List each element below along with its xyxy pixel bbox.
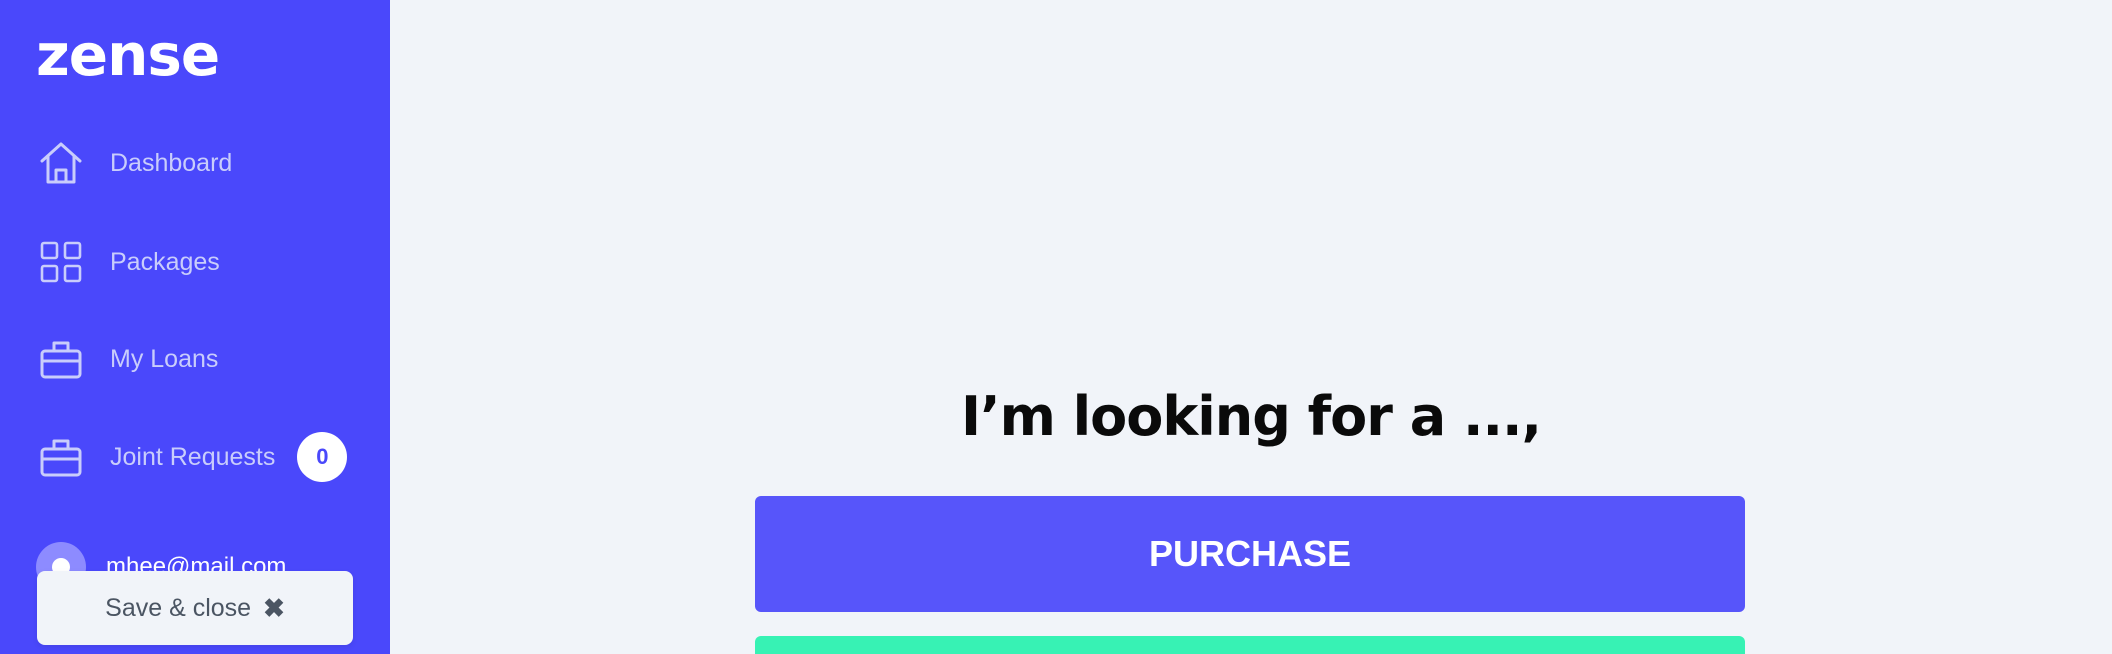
second-option-button[interactable] bbox=[755, 636, 1745, 654]
app-root: zense Dashboard Packages My Loans Joint … bbox=[0, 0, 2112, 654]
sidebar-item-label: Packages bbox=[110, 247, 220, 276]
count-badge: 0 bbox=[297, 432, 348, 482]
sidebar-item-joint-requests[interactable]: Joint Requests 0 bbox=[36, 427, 356, 487]
sidebar-item-label: Dashboard bbox=[110, 148, 233, 177]
save-close-label: Save & close bbox=[105, 593, 252, 622]
purchase-button[interactable]: PURCHASE bbox=[755, 496, 1745, 612]
sidebar: zense Dashboard Packages My Loans Joint … bbox=[0, 0, 390, 654]
sidebar-item-packages[interactable]: Packages bbox=[36, 232, 356, 292]
save-close-button[interactable]: Save & close ✖ bbox=[37, 571, 353, 645]
home-icon bbox=[36, 138, 86, 188]
page-title: I’m looking for a ..., bbox=[960, 385, 1542, 448]
sidebar-item-my-loans[interactable]: My Loans bbox=[36, 329, 356, 389]
briefcase-icon bbox=[36, 432, 86, 482]
sidebar-item-dashboard[interactable]: Dashboard bbox=[36, 133, 356, 193]
zense-logo[interactable]: zense bbox=[36, 26, 220, 84]
main-content: I’m looking for a ..., PURCHASE bbox=[390, 0, 2112, 654]
sidebar-item-label: My Loans bbox=[110, 344, 219, 373]
close-icon: ✖ bbox=[263, 592, 285, 623]
grid-icon bbox=[36, 237, 86, 287]
purchase-label: PURCHASE bbox=[1148, 533, 1352, 574]
briefcase-icon bbox=[36, 334, 86, 384]
sidebar-item-label: Joint Requests bbox=[110, 442, 276, 471]
